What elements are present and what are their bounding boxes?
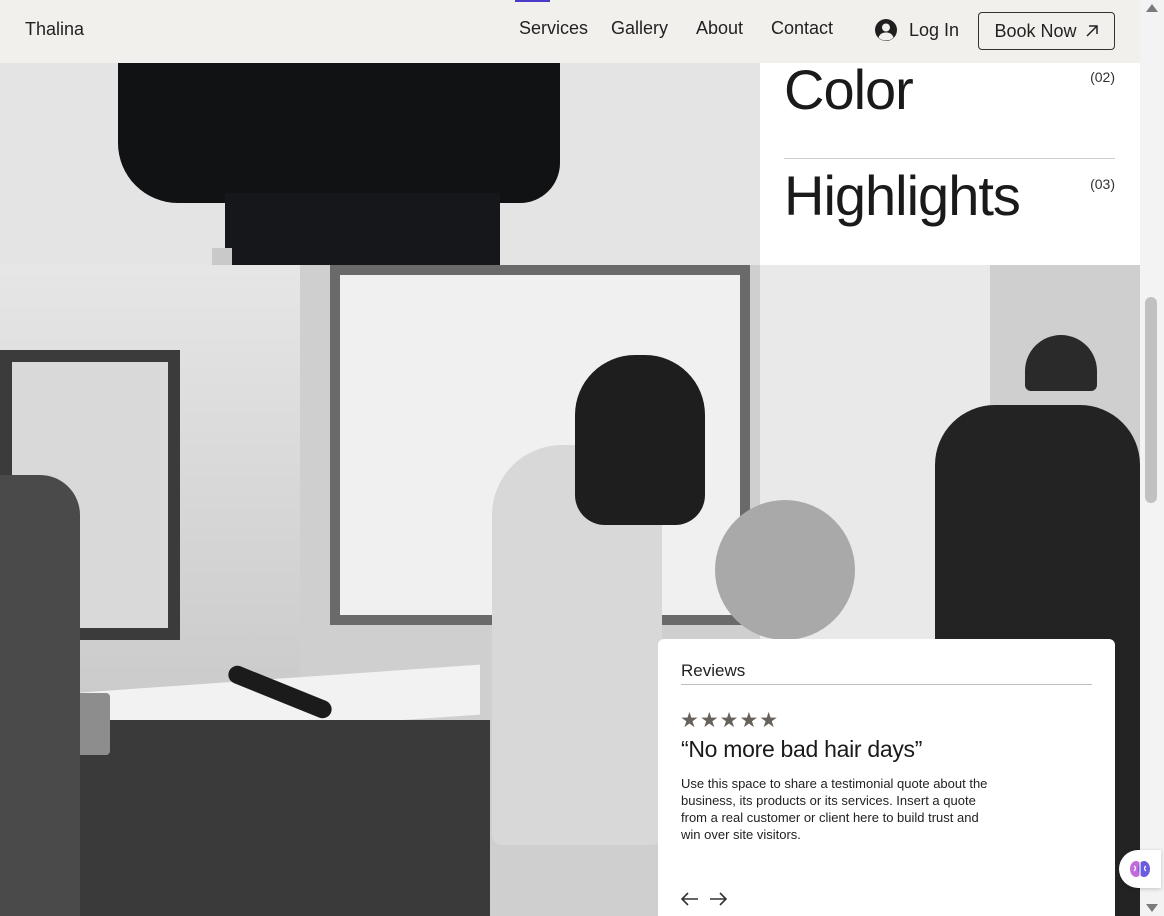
- arrow-left-icon[interactable]: [680, 891, 700, 907]
- service-item-color[interactable]: Color: [784, 57, 914, 122]
- service-number: (02): [1090, 69, 1115, 85]
- photo-detail: [212, 248, 232, 265]
- photo-detail: [575, 355, 705, 525]
- nav-link-contact[interactable]: Contact: [771, 18, 833, 39]
- star-rating: ★★★★★: [680, 709, 780, 732]
- photo-detail: [1025, 335, 1097, 391]
- photo-detail: [0, 475, 80, 916]
- user-circle-icon: [875, 19, 897, 41]
- photo-detail: [50, 720, 490, 916]
- scrollbar-thumb[interactable]: [1145, 297, 1157, 503]
- login-button[interactable]: Log In: [874, 18, 959, 42]
- review-quote: “No more bad hair days”: [681, 736, 923, 762]
- site-brand[interactable]: Thalina: [25, 19, 84, 40]
- review-body: Use this space to share a testimonial qu…: [681, 776, 988, 842]
- nav-link-about[interactable]: About: [696, 18, 743, 39]
- scroll-down-icon[interactable]: [1146, 904, 1158, 912]
- reviews-heading: Reviews: [681, 661, 746, 680]
- login-label: Log In: [909, 19, 960, 40]
- nav-link-services[interactable]: Services: [519, 18, 588, 39]
- brain-icon: [1130, 861, 1150, 877]
- service-divider: [784, 158, 1115, 159]
- arrow-right-icon[interactable]: [708, 891, 728, 907]
- assistant-widget-button[interactable]: [1119, 850, 1161, 888]
- arrow-up-right-icon: [1085, 25, 1098, 37]
- service-item-highlights[interactable]: Highlights: [784, 163, 1021, 228]
- nav-link-gallery[interactable]: Gallery: [611, 18, 668, 39]
- photo-detail: [225, 193, 500, 265]
- nav-active-indicator: [515, 0, 550, 2]
- service-number: (03): [1090, 176, 1115, 192]
- scroll-up-icon[interactable]: [1146, 4, 1158, 12]
- photo-detail: [118, 63, 560, 203]
- service-photo: [0, 63, 760, 265]
- reviews-divider: [681, 684, 1092, 685]
- reviews-card: Reviews ★★★★★ “No more bad hair days” Us…: [658, 639, 1115, 916]
- page-scrollbar[interactable]: [1140, 0, 1164, 916]
- site-header: Thalina Services Gallery About Contact L…: [0, 0, 1140, 63]
- service-list: Color (02) Highlights (03): [760, 58, 1140, 265]
- book-now-button[interactable]: Book Now: [978, 12, 1115, 50]
- photo-detail: [715, 500, 855, 640]
- book-now-label: Book Now: [994, 20, 1077, 41]
